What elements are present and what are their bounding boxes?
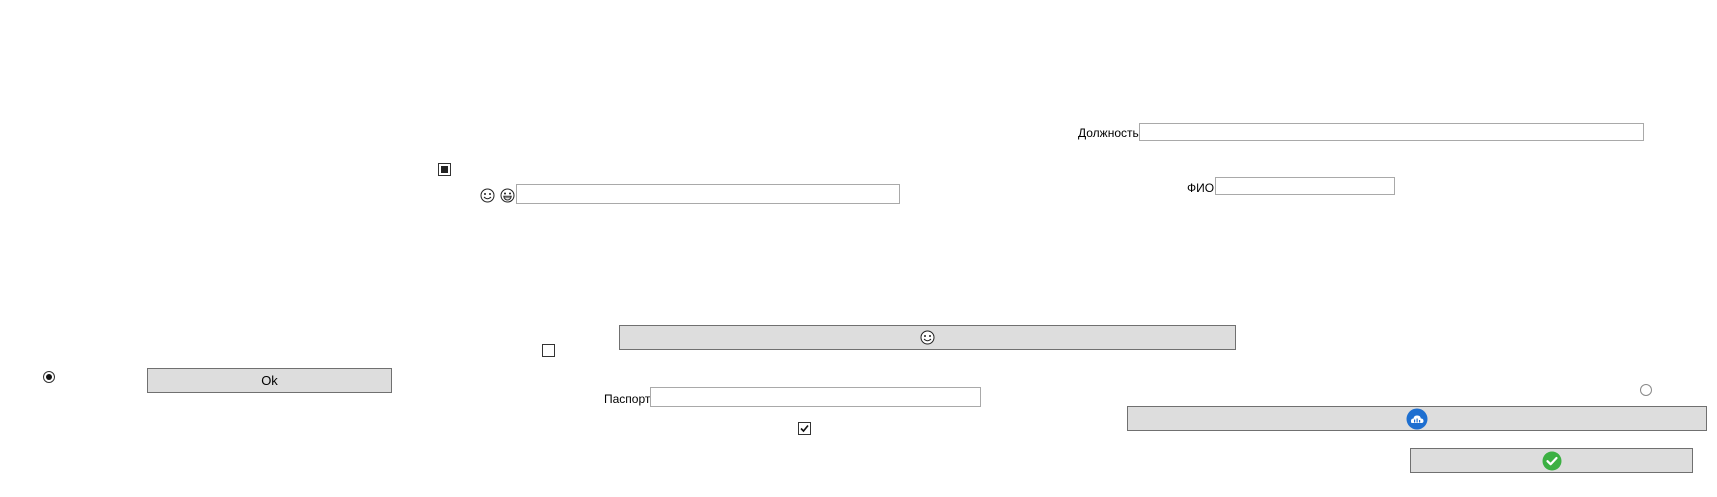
unchecked-checkbox[interactable] bbox=[542, 344, 555, 357]
smiley-face-icon bbox=[480, 188, 495, 203]
emoji-input[interactable] bbox=[516, 184, 900, 204]
ok-button[interactable]: Ok bbox=[147, 368, 392, 393]
grinning-face-icon bbox=[500, 188, 515, 203]
check-circle-icon bbox=[1542, 451, 1561, 470]
cloud-icon bbox=[1406, 408, 1428, 429]
cloud-button[interactable] bbox=[1127, 406, 1707, 431]
position-input[interactable] bbox=[1139, 123, 1644, 141]
passport-input[interactable] bbox=[650, 387, 981, 407]
smiley-button[interactable] bbox=[619, 325, 1236, 350]
radio-right[interactable] bbox=[1640, 384, 1652, 396]
indeterminate-checkbox[interactable] bbox=[438, 163, 451, 176]
fio-input[interactable] bbox=[1215, 177, 1395, 195]
position-label: Должность bbox=[1078, 126, 1139, 140]
confirm-button[interactable] bbox=[1410, 448, 1693, 473]
smiley-face-icon bbox=[920, 330, 935, 345]
fio-label: ФИО bbox=[1187, 181, 1215, 195]
radio-left[interactable] bbox=[43, 371, 55, 383]
checked-checkbox[interactable] bbox=[798, 422, 811, 435]
checkmark-icon bbox=[800, 424, 809, 433]
passport-label: Паспорт bbox=[604, 392, 651, 406]
